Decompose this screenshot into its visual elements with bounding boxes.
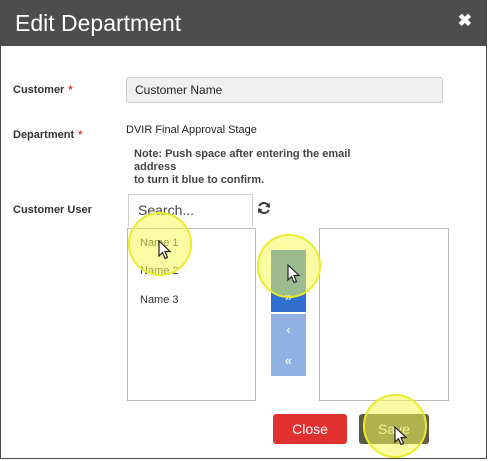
move-one-right-button[interactable]: › bbox=[271, 250, 306, 281]
department-label: Department * bbox=[13, 129, 82, 141]
list-item-name-2[interactable]: Name 2 bbox=[140, 265, 179, 277]
department-label-text: Department bbox=[13, 129, 75, 141]
dialog-title: Edit Department bbox=[15, 10, 182, 36]
user-search-input[interactable]: Search... bbox=[128, 194, 253, 227]
email-note-line-1: Note: Push space after entering the emai… bbox=[134, 148, 351, 173]
move-all-right-button[interactable]: » bbox=[271, 281, 306, 312]
selected-users-list[interactable] bbox=[319, 228, 449, 401]
list-item-name-3[interactable]: Name 3 bbox=[140, 294, 179, 306]
department-value: DVIR Final Approval Stage bbox=[126, 124, 257, 136]
required-marker: * bbox=[68, 84, 73, 96]
dialog-header: Edit Department ✖ bbox=[1, 1, 486, 46]
close-icon[interactable]: ✖ bbox=[458, 11, 472, 31]
customer-user-label: Customer User bbox=[13, 204, 92, 216]
close-button[interactable]: Close bbox=[273, 414, 347, 444]
customer-label-text: Customer bbox=[13, 84, 65, 96]
move-one-left-button[interactable]: ‹ bbox=[271, 314, 306, 345]
available-users-list[interactable]: Name 1 Name 2 Name 3 bbox=[127, 228, 256, 401]
list-item-name-1[interactable]: Name 1 bbox=[140, 237, 179, 249]
move-all-left-button[interactable]: « bbox=[271, 345, 306, 376]
email-note: Note: Push space after entering the emai… bbox=[134, 148, 394, 187]
save-button[interactable]: Save bbox=[359, 414, 429, 444]
required-marker: * bbox=[78, 129, 83, 141]
customer-field[interactable]: Customer Name bbox=[126, 77, 443, 103]
edit-department-dialog: Edit Department ✖ Customer * Customer Nam… bbox=[0, 0, 487, 459]
refresh-icon[interactable] bbox=[257, 201, 271, 215]
customer-label: Customer * bbox=[13, 84, 73, 96]
email-note-line-2: to turn it blue to confirm. bbox=[134, 174, 265, 186]
